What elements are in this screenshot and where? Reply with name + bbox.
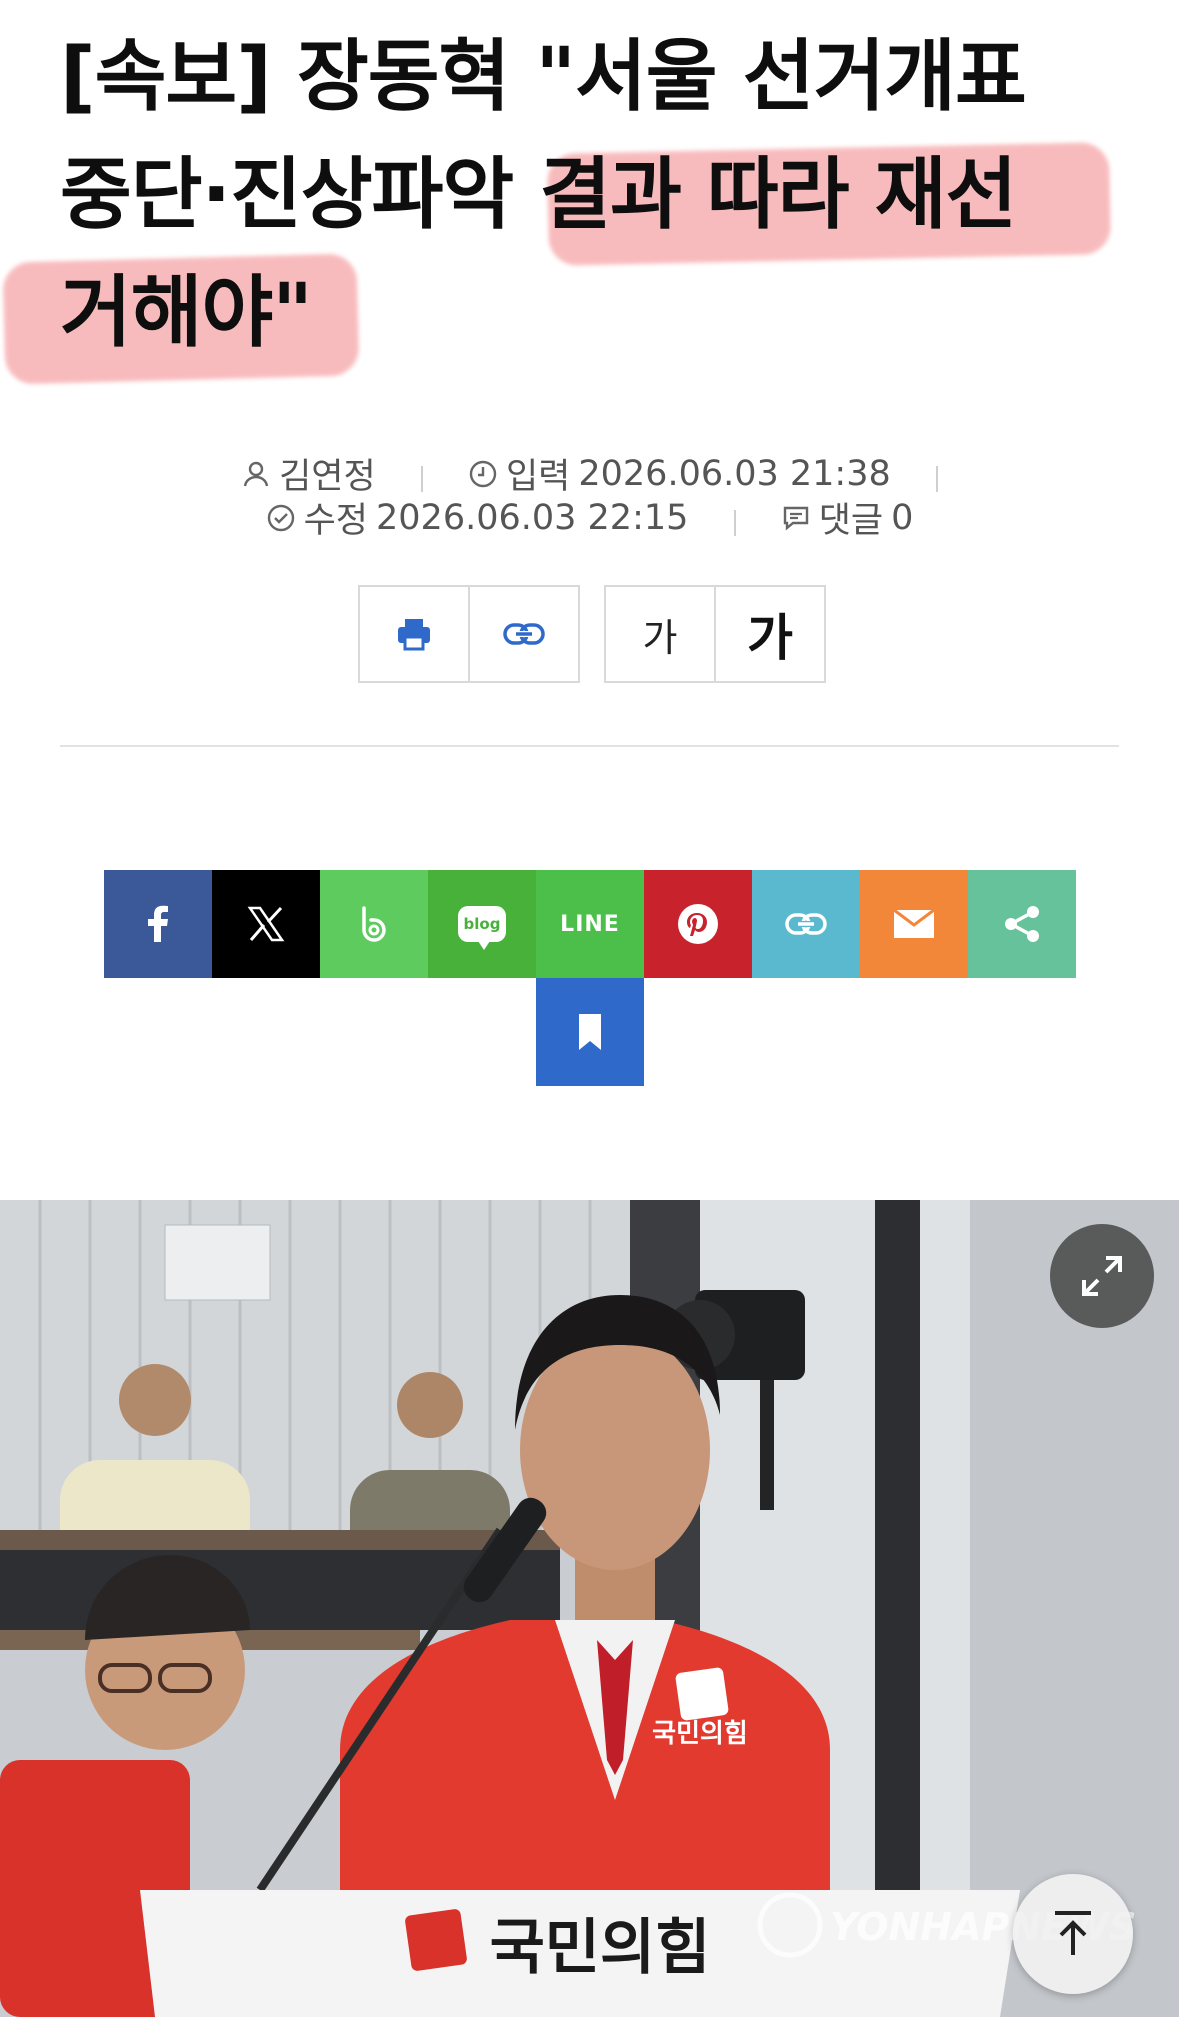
share-bar: blog LINE xyxy=(104,870,1076,1086)
edit-time-value: 2026.06.03 22:15 xyxy=(376,497,689,538)
title-line-1: [속보] 장동혁 "서울 선거개표 xyxy=(60,32,1027,122)
more-share-button[interactable] xyxy=(968,870,1076,978)
clock-icon xyxy=(469,460,497,487)
meta-separator xyxy=(935,465,938,492)
link-icon xyxy=(785,913,827,935)
input-time-value: 2026.06.03 21:38 xyxy=(578,453,891,494)
share-icon xyxy=(1005,906,1039,942)
font-increase-button[interactable]: 가 xyxy=(716,585,826,683)
bookmark-icon xyxy=(579,1014,601,1050)
print-icon xyxy=(398,619,430,651)
divider xyxy=(60,745,1119,747)
blog-icon: blog xyxy=(458,906,506,950)
pinterest-icon xyxy=(678,904,718,944)
expand-photo-button[interactable] xyxy=(1050,1224,1154,1328)
arrow-up-icon xyxy=(1055,1911,1091,1955)
article-title: [속보] 장동혁 "서울 선거개표 중단·진상파악 결과 따라 재선 거해야" xyxy=(60,18,1140,372)
mail-share-button[interactable] xyxy=(860,870,968,978)
scroll-to-top-button[interactable] xyxy=(1013,1874,1133,1994)
band-share-button[interactable] xyxy=(320,870,428,978)
copy-url-share-button[interactable] xyxy=(752,870,860,978)
article-photo[interactable]: 국민의힘 국민의힘 YONHAPNEWS xyxy=(0,1200,1179,2017)
blog-icon-label: blog xyxy=(463,915,501,933)
comments-link[interactable]: 댓글 0 xyxy=(781,492,914,543)
font-decrease-button[interactable]: 가 xyxy=(604,585,716,683)
facebook-icon xyxy=(148,905,168,942)
facebook-share-button[interactable] xyxy=(104,870,212,978)
check-circle-icon xyxy=(267,504,294,531)
font-large-label: 가 xyxy=(747,609,793,667)
comment-icon xyxy=(783,506,808,531)
pinterest-share-button[interactable] xyxy=(644,870,752,978)
edit-time: 수정 2026.06.03 22:15 xyxy=(266,492,689,543)
x-icon xyxy=(247,906,285,942)
line-share-button[interactable]: LINE xyxy=(536,870,644,978)
line-label: LINE xyxy=(560,911,620,937)
x-share-button[interactable] xyxy=(212,870,320,978)
link-icon xyxy=(503,623,545,645)
font-small-label: 가 xyxy=(642,615,678,660)
title-line-3: 거해야" xyxy=(60,268,313,358)
expand-icon xyxy=(1082,1256,1122,1296)
photo-illustration: 국민의힘 국민의힘 YONHAPNEWS xyxy=(0,1200,1179,2017)
band-icon xyxy=(362,906,386,942)
mail-icon xyxy=(893,908,935,938)
font-size-tools: 가 가 xyxy=(604,585,826,683)
edit-label: 수정 xyxy=(303,501,369,541)
print-link-tools xyxy=(358,585,580,683)
copy-link-button[interactable] xyxy=(470,585,580,683)
print-button[interactable] xyxy=(358,585,470,683)
meta-separator xyxy=(733,509,736,536)
bookmark-button[interactable] xyxy=(536,978,644,1086)
meta-separator xyxy=(420,465,423,492)
person-icon xyxy=(243,461,269,486)
jacket-logo-text: 국민의힘 xyxy=(652,1719,748,1749)
podium-text: 국민의힘 xyxy=(490,1913,711,1983)
blog-share-button[interactable]: blog xyxy=(428,870,536,978)
meta-row-2: 수정 2026.06.03 22:15 댓글 0 xyxy=(0,492,1179,543)
comment-count: 0 xyxy=(891,497,914,538)
title-line-2: 중단·진상파악 결과 따라 재선 xyxy=(60,150,1017,240)
comment-label: 댓글 xyxy=(818,501,884,541)
